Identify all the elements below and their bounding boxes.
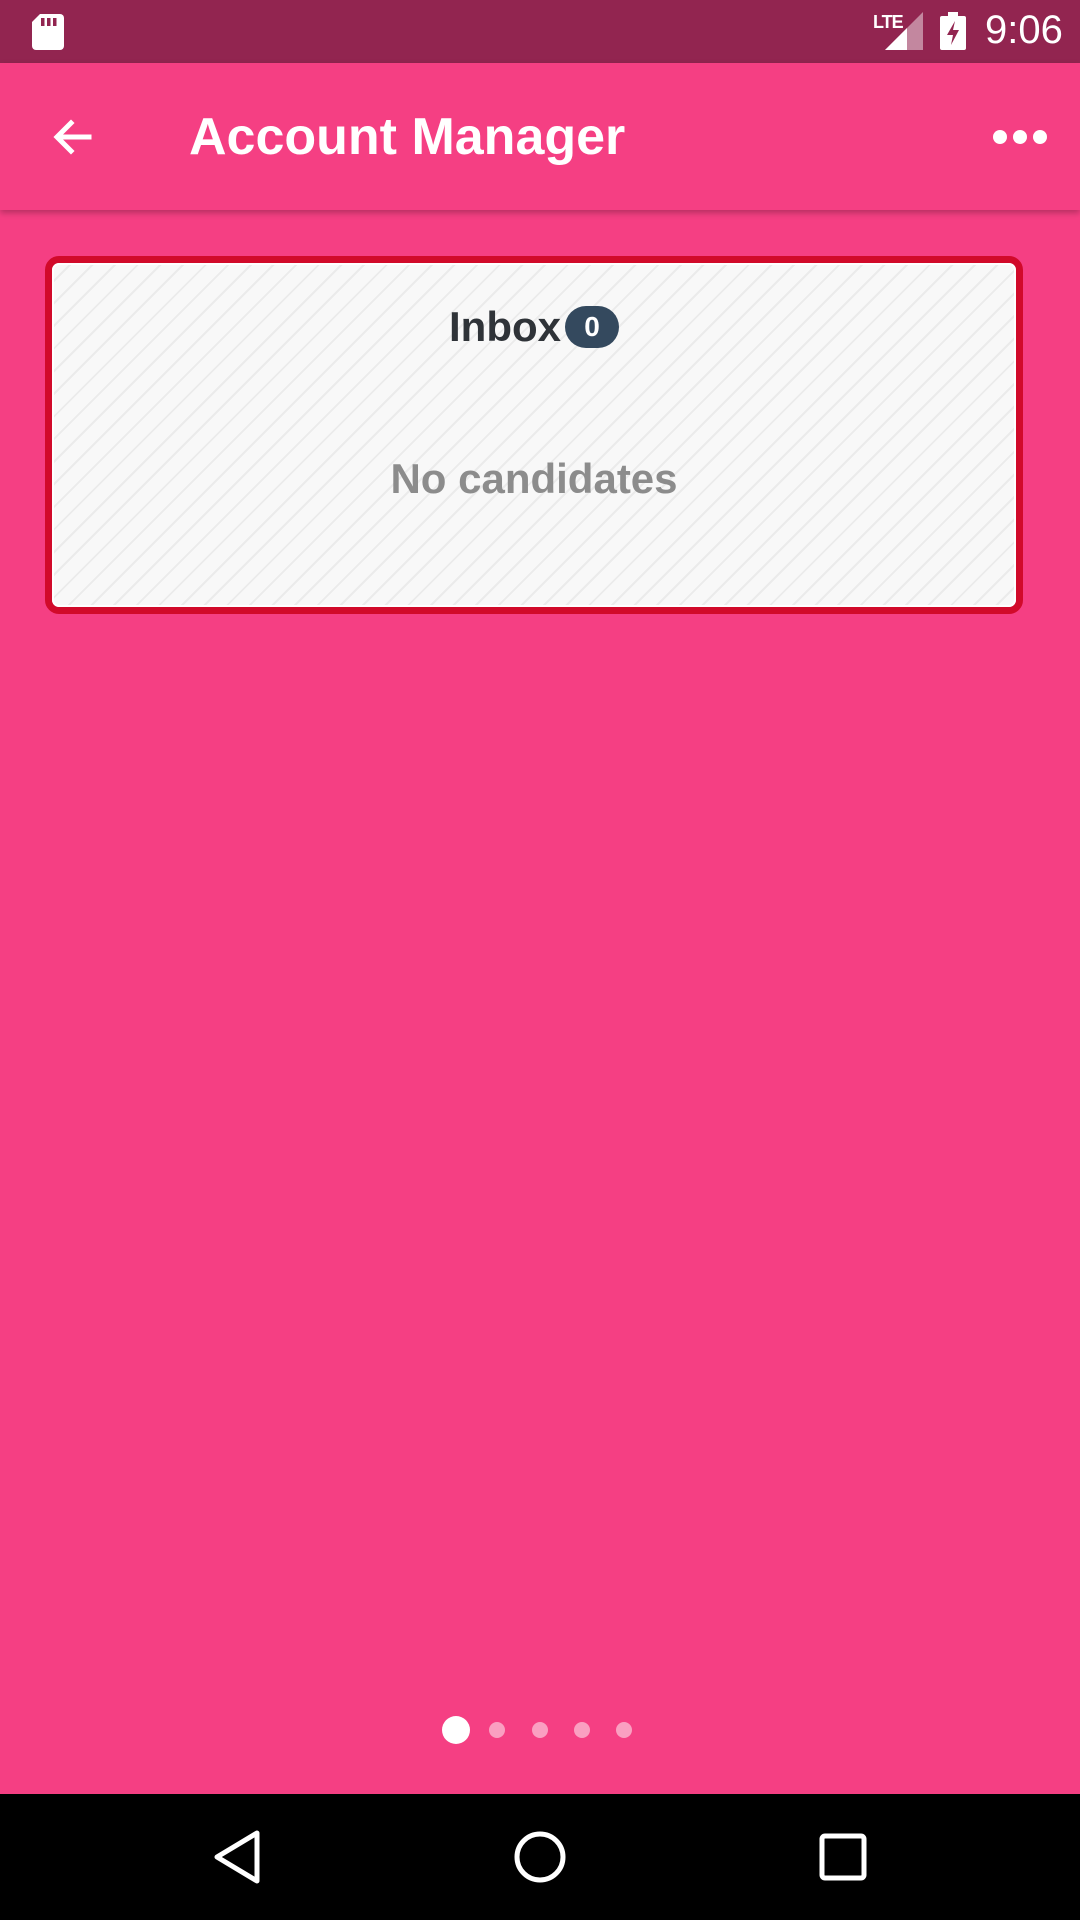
home-circle-icon [514, 1831, 566, 1883]
arrow-left-icon [53, 119, 92, 155]
signal-icon: LTE [873, 12, 923, 50]
status-time: 9:06 [985, 8, 1063, 52]
nav-back-button[interactable] [204, 1824, 270, 1890]
more-options-button[interactable] [980, 103, 1060, 171]
nav-home-button[interactable] [507, 1824, 573, 1890]
page-dot-1[interactable] [442, 1716, 470, 1744]
page-dot-3[interactable] [532, 1722, 548, 1738]
empty-state-message: No candidates [390, 455, 678, 502]
inbox-count-badge: 0 [565, 306, 619, 348]
page-dot-4[interactable] [574, 1722, 590, 1738]
nav-recents-button[interactable] [810, 1824, 876, 1890]
page-dot-5[interactable] [616, 1722, 632, 1738]
page-title: Account Manager [189, 108, 626, 166]
screen: LTE 9:06 Account Manager Inbox 0 No cand… [0, 0, 1080, 1920]
inbox-title: Inbox [449, 303, 561, 350]
app-bar: Account Manager [0, 63, 1080, 210]
inbox-card[interactable]: Inbox 0 No candidates [45, 256, 1023, 614]
recents-square-icon [819, 1833, 867, 1881]
page-dot-2[interactable] [489, 1722, 505, 1738]
status-bar: LTE 9:06 [0, 0, 1080, 63]
inbox-header: Inbox 0 [52, 303, 1016, 351]
more-horizontal-icon [993, 130, 1047, 144]
system-nav-bar [0, 1794, 1080, 1920]
back-triangle-icon [214, 1830, 260, 1884]
back-button[interactable] [36, 103, 110, 171]
battery-charging-icon [940, 12, 966, 50]
page-indicator [0, 1715, 1080, 1745]
sd-card-icon [32, 14, 64, 50]
